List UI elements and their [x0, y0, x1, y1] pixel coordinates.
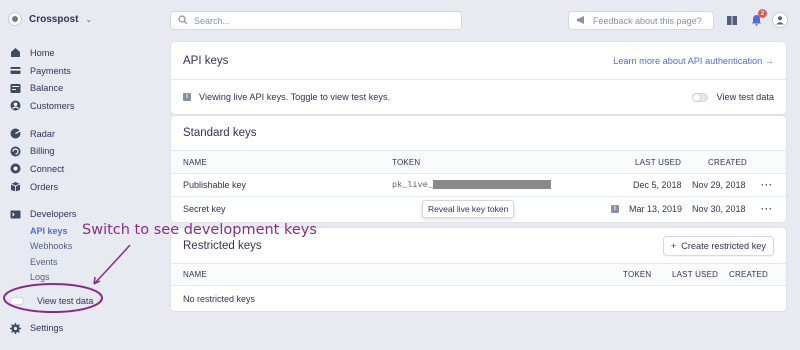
annotation-arrow	[93, 244, 131, 285]
annotation-ellipse	[3, 283, 103, 313]
annotation-overlay	[3, 244, 131, 313]
